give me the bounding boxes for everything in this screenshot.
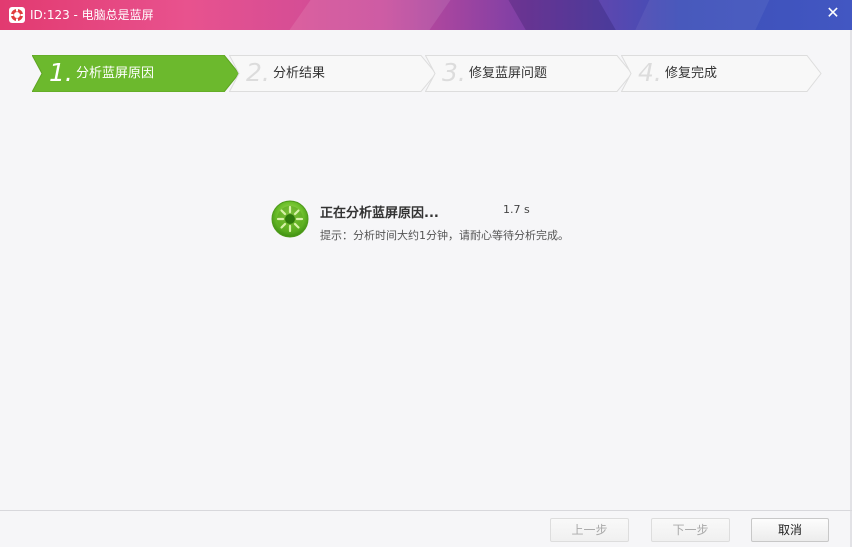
step-4-number: 4.: [638, 58, 662, 87]
step-2-label: 分析结果: [273, 66, 326, 81]
elapsed-time: 1.7 s: [503, 203, 530, 216]
status-hint: 提示：分析时间大约1分钟，请耐心等待分析完成。: [320, 229, 569, 242]
step-1-number: 1.: [49, 58, 73, 87]
step-3: 3. 修复蓝屏问题: [425, 55, 633, 92]
step-3-number: 3.: [442, 58, 466, 87]
step-1: 1. 分析蓝屏原因: [32, 55, 240, 92]
window-title: ID:123 - 电脑总是蓝屏: [30, 8, 154, 22]
close-icon: ✕: [826, 3, 840, 22]
step-4: 4. 修复完成: [621, 55, 822, 92]
previous-step-button[interactable]: 上一步: [550, 518, 629, 542]
step-2-number: 2.: [246, 58, 270, 87]
next-step-button[interactable]: 下一步: [651, 518, 730, 542]
progress-spinner-icon: [271, 200, 309, 238]
step-3-label: 修复蓝屏问题: [469, 66, 548, 81]
footer-divider: [0, 510, 852, 511]
step-progress-bar: 1. 分析蓝屏原因 2. 分析结果 3. 修复蓝屏问题 4. 修复完成: [32, 55, 822, 92]
status-title: 正在分析蓝屏原因...: [320, 206, 439, 221]
lifebuoy-icon: [9, 7, 25, 23]
close-button[interactable]: ✕: [824, 4, 842, 22]
step-2: 2. 分析结果: [229, 55, 437, 92]
step-4-label: 修复完成: [665, 66, 718, 81]
cancel-button[interactable]: 取消: [751, 518, 829, 542]
title-bar: ID:123 - 电脑总是蓝屏 ✕: [0, 0, 852, 30]
step-1-label: 分析蓝屏原因: [76, 66, 155, 81]
